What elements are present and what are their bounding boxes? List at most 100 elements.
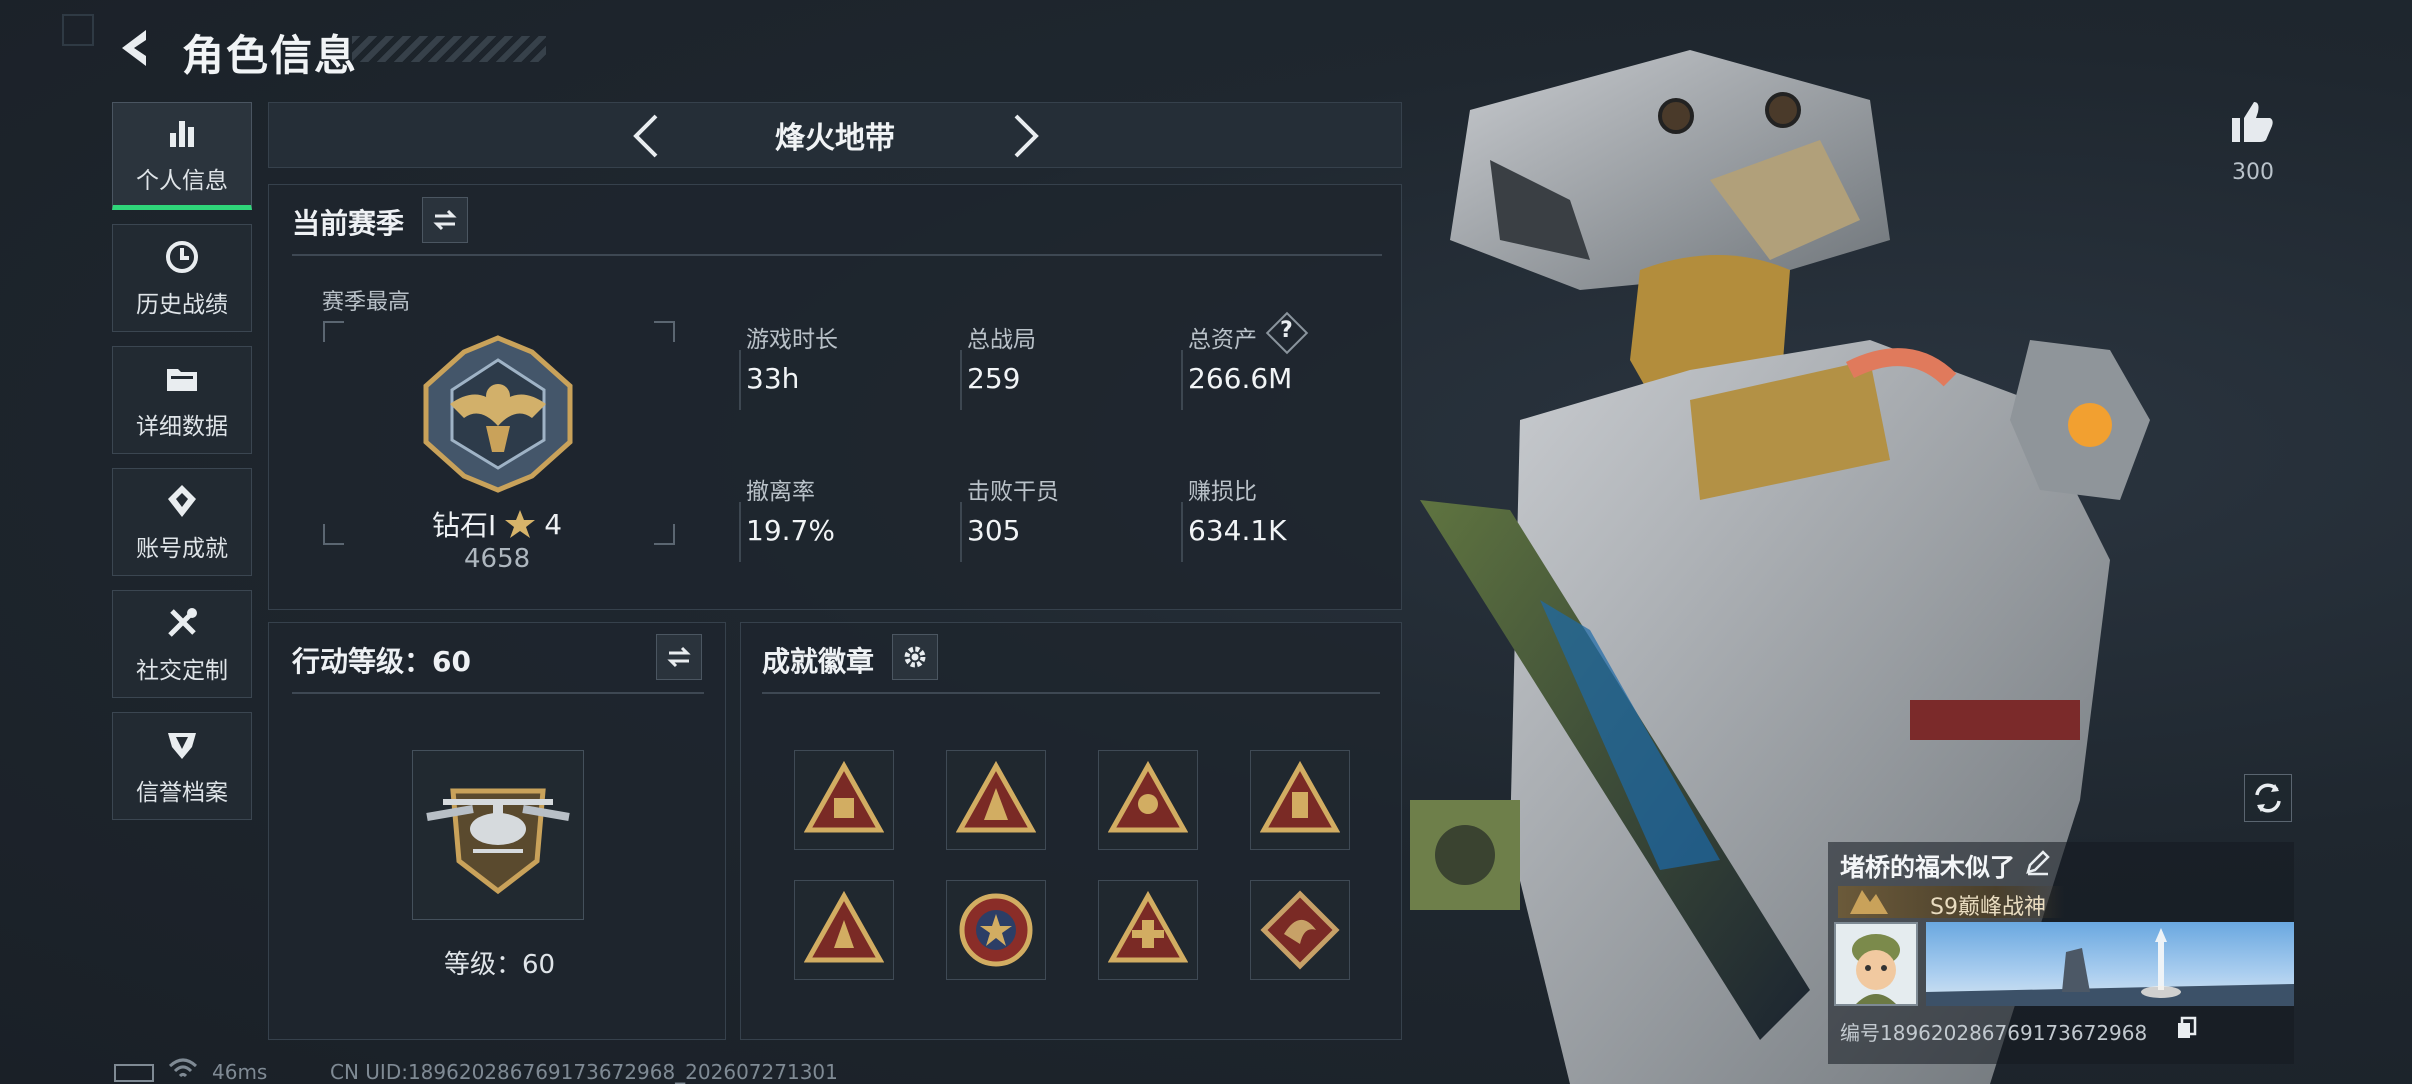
banner-scene (1926, 928, 2294, 1006)
title-decoration (352, 36, 546, 62)
player-avatar[interactable] (1834, 922, 1918, 1006)
badge-round-star-icon (959, 893, 1033, 967)
page-title: 角色信息 (182, 31, 359, 80)
action-level-switch-button[interactable] (656, 634, 702, 680)
badge-triangle-6-icon (1108, 890, 1188, 963)
stat-label: 游戏时长 (746, 327, 838, 353)
refresh-icon (2255, 783, 2281, 813)
stat-value: 305 (967, 514, 1021, 547)
history-icon (166, 241, 198, 273)
badge-slot[interactable] (1098, 880, 1198, 980)
copy-icon[interactable] (2176, 1016, 2198, 1040)
divider (762, 692, 1380, 694)
star-icon (505, 510, 536, 538)
bar-chart-icon (170, 121, 194, 147)
tools-icon (168, 608, 197, 637)
badge-slot[interactable] (1250, 750, 1350, 850)
badge-slot[interactable] (946, 750, 1046, 850)
edit-icon[interactable] (2024, 848, 2052, 876)
rank-points: 4658 (464, 544, 531, 574)
stat-tick (960, 502, 962, 562)
battery-icon (114, 1064, 154, 1082)
sidebar-item-label: 账号成就 (136, 536, 228, 562)
back-arrow-icon (122, 30, 146, 66)
stat-label: 总战局 (967, 327, 1036, 353)
level-emblem-frame (412, 750, 584, 920)
badge-triangle-1-icon (804, 760, 884, 833)
sidebar-item-achievements[interactable]: 账号成就 (112, 468, 252, 576)
stat-tick (1181, 350, 1183, 410)
wifi-icon (168, 1058, 198, 1078)
badge-slot[interactable] (794, 880, 894, 980)
sidebar-item-label: 信誉档案 (136, 780, 228, 806)
season-best-label: 赛季最高 (322, 290, 411, 315)
mode-selector: 烽火地带 (268, 102, 1402, 168)
stat-tick (739, 350, 741, 410)
badge-diamond-dragon-icon (1260, 890, 1340, 970)
avatar-image (1836, 924, 1916, 1004)
badges-title: 成就徽章 (762, 645, 875, 678)
helicopter-emblem-icon (426, 788, 570, 895)
uid-text: CN UID:1896202867691736729​68_2026072713… (330, 1060, 838, 1084)
level-text: 等级：60 (444, 950, 556, 980)
season-switch-button[interactable] (422, 197, 468, 243)
badge-slot[interactable] (1098, 750, 1198, 850)
gear-icon (904, 646, 926, 668)
stat-tick (1181, 502, 1183, 562)
stat-label: 击败干员 (967, 479, 1059, 505)
rank-title: S9巅峰战神 (1930, 895, 2046, 920)
sidebar-item-history[interactable]: 历史战绩 (112, 224, 252, 332)
rotate-view-button[interactable] (2244, 774, 2292, 822)
player-serial: 编号1896202867691736729​68 (1840, 1021, 2148, 1045)
chevron-left-icon (633, 114, 658, 158)
diamond-rank-emblem (423, 335, 573, 493)
badge-triangle-2-icon (956, 760, 1036, 833)
badge-triangle-3-icon (1108, 760, 1188, 833)
stat-value: 259 (967, 362, 1021, 395)
stat-value: 634.1K (1188, 514, 1287, 547)
thumbs-up-icon[interactable] (2226, 96, 2276, 146)
badges-settings-button[interactable] (892, 634, 938, 680)
badge-slot[interactable] (1250, 880, 1350, 980)
stat-label: 赚损比 (1188, 479, 1257, 505)
swap-icon (433, 209, 457, 231)
sidebar-item-reputation[interactable]: 信誉档案 (112, 712, 252, 820)
shield-icon (168, 733, 196, 759)
sidebar-item-label: 历史战绩 (136, 292, 228, 318)
stat-value: 266.6M (1188, 362, 1293, 395)
sidebar-item-personal-info[interactable]: 个人信息 (112, 102, 252, 210)
rank-stars: 4 (544, 507, 563, 541)
back-button[interactable] (112, 24, 160, 72)
divider (292, 692, 704, 694)
corner-decoration (62, 14, 94, 46)
action-level-title: 行动等级：60 (292, 645, 471, 678)
stat-label: 撤离率 (746, 479, 815, 505)
sidebar-item-social-custom[interactable]: 社交定制 (112, 590, 252, 698)
sidebar-item-label: 个人信息 (136, 168, 228, 194)
season-title: 当前赛季 (292, 207, 405, 240)
stat-value: 19.7% (746, 514, 835, 547)
mode-next-button[interactable] (996, 108, 1052, 164)
badge-triangle-5-icon (804, 890, 884, 963)
ping-text: 46ms (212, 1060, 268, 1084)
folder-icon (167, 369, 197, 391)
badge-slot[interactable] (794, 750, 894, 850)
badge-slot[interactable] (946, 880, 1046, 980)
sidebar-item-label: 社交定制 (136, 658, 228, 684)
sidebar-item-label: 详细数据 (136, 414, 228, 440)
stat-tick (739, 502, 741, 562)
stat-value: 33h (746, 362, 800, 395)
like-count: 300 (2232, 160, 2274, 185)
stat-tick (960, 350, 962, 410)
badge-triangle-4-icon (1260, 760, 1340, 833)
mode-prev-button[interactable] (620, 108, 676, 164)
achievement-icon (168, 485, 196, 517)
rank-name-row: 钻石I 4 (432, 504, 562, 544)
rank-name: 钻石I (432, 509, 497, 542)
sidebar-item-detailed-data[interactable]: 详细数据 (112, 346, 252, 454)
player-banner-image (1926, 922, 2294, 1006)
player-name: 堵桥的福木似了 (1840, 853, 2016, 882)
help-icon: ? (1280, 318, 1293, 343)
divider (292, 254, 1382, 256)
mode-title: 烽火地带 (775, 121, 895, 156)
